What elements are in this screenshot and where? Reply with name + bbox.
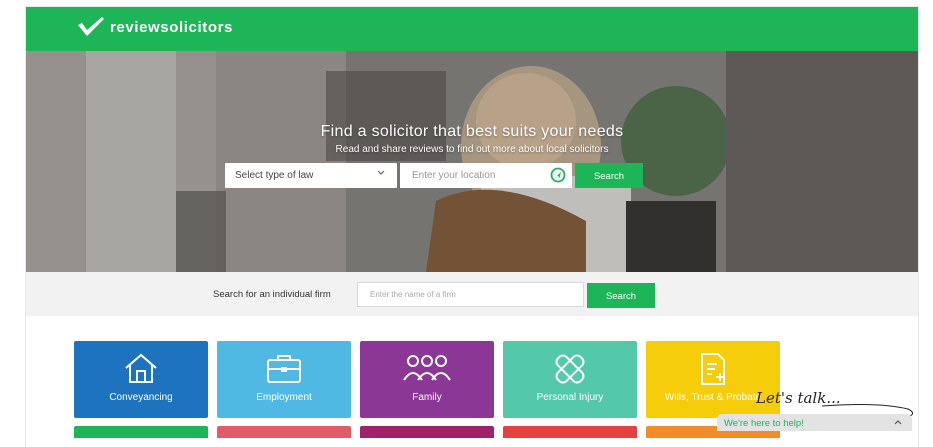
- category-label: Family: [412, 392, 442, 403]
- bandage-icon: [555, 354, 585, 384]
- brand-name: reviewsolicitors: [110, 18, 233, 36]
- category-tile-row2[interactable]: [503, 426, 637, 438]
- checkmark-logo-icon: [78, 17, 104, 36]
- law-type-select[interactable]: Select type of law: [225, 163, 397, 188]
- family-icon: [403, 355, 451, 381]
- law-type-value: Select type of law: [235, 170, 314, 181]
- hero-search-button[interactable]: Search: [575, 163, 643, 188]
- site-header: reviewsolicitors: [26, 7, 918, 51]
- briefcase-icon: [267, 355, 301, 383]
- logo[interactable]: reviewsolicitors: [76, 16, 233, 38]
- locate-icon[interactable]: [550, 167, 566, 183]
- chevron-down-icon: [377, 170, 385, 175]
- house-icon: [125, 353, 157, 383]
- firm-search-label: Search for an individual firm: [213, 289, 331, 300]
- category-label: Employment: [256, 392, 312, 403]
- hero-overlay: [26, 51, 918, 272]
- hero-banner: Find a solicitor that best suits your ne…: [26, 51, 918, 272]
- category-tile-family[interactable]: Family: [360, 341, 494, 418]
- hero-title: Find a solicitor that best suits your ne…: [320, 123, 624, 140]
- category-label: Personal Injury: [536, 392, 604, 403]
- category-tile-personal-injury[interactable]: Personal Injury: [503, 341, 637, 418]
- category-tile-row2[interactable]: [217, 426, 351, 438]
- chat-widget-tab[interactable]: We're here to help!: [717, 414, 912, 431]
- firm-name-input[interactable]: [357, 282, 584, 307]
- category-tile-conveyancing[interactable]: Conveyancing: [74, 341, 208, 418]
- document-icon: [701, 353, 725, 385]
- category-tile-row2[interactable]: [74, 426, 208, 438]
- location-input[interactable]: [400, 163, 572, 188]
- chat-prompt: We're here to help!: [724, 418, 804, 429]
- category-tile-employment[interactable]: Employment: [217, 341, 351, 418]
- browser-page: reviewsolicitors Find a solicitor that b…: [26, 7, 918, 447]
- hero-subtitle: Read and share reviews to find out more …: [335, 144, 609, 155]
- category-label: Conveyancing: [109, 392, 173, 403]
- firm-search-bar: Search for an individual firm: [26, 272, 918, 316]
- category-tile-row2[interactable]: [360, 426, 494, 438]
- firm-search-button[interactable]: Search: [587, 283, 655, 308]
- chevron-up-icon[interactable]: [894, 419, 902, 425]
